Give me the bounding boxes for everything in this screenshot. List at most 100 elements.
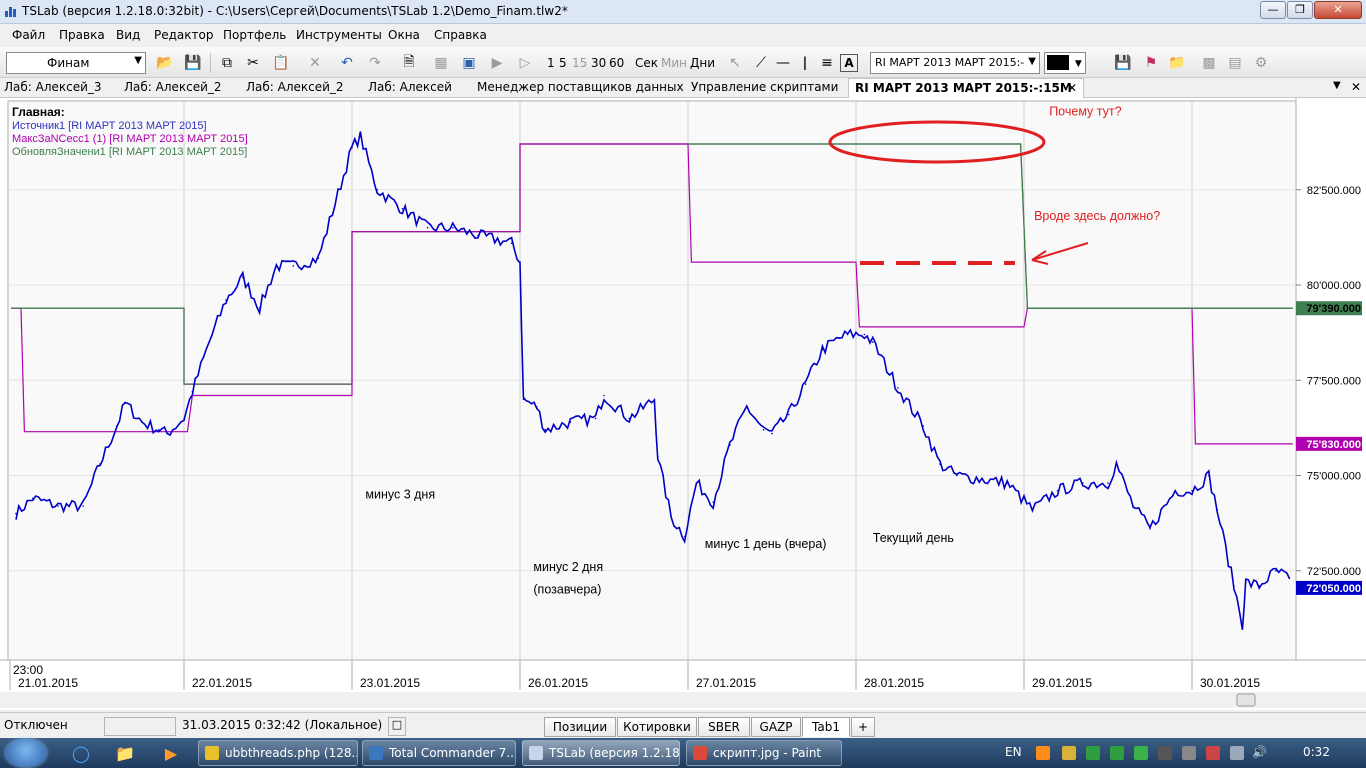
tab-gazp[interactable]: GAZP: [751, 717, 801, 737]
tray-usb-icon[interactable]: [1182, 746, 1196, 760]
interval-5[interactable]: 5: [559, 56, 567, 70]
grid-icon[interactable]: ▩: [1198, 52, 1220, 74]
network-icon[interactable]: [1230, 746, 1244, 760]
menu-edit[interactable]: Правка: [59, 28, 105, 42]
chart-icon[interactable]: ▦: [430, 52, 452, 74]
ie-icon[interactable]: ◯: [62, 741, 100, 765]
flag-icon[interactable]: ⚑: [1140, 52, 1162, 74]
unit-days[interactable]: Дни: [690, 56, 715, 70]
price-point: [401, 208, 404, 210]
menu-help[interactable]: Справка: [434, 28, 487, 42]
undo-icon[interactable]: ↶: [336, 52, 358, 74]
price-chart[interactable]: 21.01.2015 22.01.2015 23.01.2015 26.01.2015…: [0, 98, 1366, 710]
copy-icon[interactable]: ⧉: [216, 52, 238, 74]
delete-icon[interactable]: ✕: [304, 52, 326, 74]
tab-lab-aleksey-2a[interactable]: Лаб: Алексей_2: [124, 80, 222, 94]
menu-view[interactable]: Вид: [116, 28, 140, 42]
unit-minutes[interactable]: Мин: [661, 56, 687, 70]
add-tab-button[interactable]: +: [851, 717, 875, 737]
menu-file[interactable]: Файл: [12, 28, 45, 42]
interval-15[interactable]: 15: [572, 56, 587, 70]
price-point: [258, 307, 261, 309]
fibo-icon[interactable]: ≡: [816, 52, 838, 74]
x-tick-label: 22.01.2015: [192, 676, 252, 690]
tab-lab-aleksey-2b[interactable]: Лаб: Алексей_2: [246, 80, 344, 94]
clock[interactable]: 0:32: [1303, 745, 1330, 759]
play-icon[interactable]: ▶: [486, 52, 508, 74]
price-point: [1115, 463, 1118, 465]
properties-icon[interactable]: 🗎: [398, 52, 420, 74]
tab-lab-aleksey[interactable]: Лаб: Алексей: [368, 80, 452, 94]
tray-app-icon[interactable]: [1036, 746, 1050, 760]
taskbar-item-browser[interactable]: ubbthreads.php (128...: [198, 740, 358, 766]
tabs-dropdown-icon[interactable]: ▼: [1333, 80, 1341, 91]
taskbar-item-total-commander[interactable]: Total Commander 7....: [362, 740, 516, 766]
unit-seconds[interactable]: Сек: [635, 56, 658, 70]
y-tick-label: 77'500.000: [1307, 375, 1361, 387]
volume-icon[interactable]: 🔊: [1252, 745, 1267, 759]
notes-icon[interactable]: □: [388, 717, 406, 736]
cursor-icon[interactable]: ↖: [724, 52, 746, 74]
tray-green-icon[interactable]: [1086, 746, 1100, 760]
vline-icon[interactable]: ǀ: [794, 52, 816, 74]
chart-area[interactable]: 21.01.2015 22.01.2015 23.01.2015 26.01.2015…: [0, 98, 1366, 710]
tab-lab-aleksey-3[interactable]: Лаб: Алексей_3: [4, 80, 102, 94]
color-select[interactable]: ▼: [1044, 52, 1086, 74]
menu-editor[interactable]: Редактор: [154, 28, 213, 42]
language-indicator[interactable]: EN: [1005, 745, 1022, 759]
interval-1[interactable]: 1: [547, 56, 555, 70]
trendline-icon[interactable]: ⟋: [750, 52, 772, 74]
media-player-icon[interactable]: ▶: [152, 741, 190, 765]
chevron-down-icon: ▼: [1074, 59, 1082, 69]
menu-tools[interactable]: Инструменты: [296, 28, 382, 42]
tray-security-icon[interactable]: [1206, 746, 1220, 760]
taskbar-item-tslab[interactable]: TSLab (версия 1.2.18...: [522, 740, 680, 766]
tray-gear-icon[interactable]: [1158, 746, 1172, 760]
start-button[interactable]: [6, 739, 46, 767]
cut-icon[interactable]: ✂: [242, 52, 264, 74]
taskbar-item-paint[interactable]: скрипт.jpg - Paint: [686, 740, 842, 766]
tab-data-providers[interactable]: Менеджер поставщиков данных: [477, 80, 684, 94]
text-tool-icon[interactable]: A: [840, 54, 858, 72]
close-icon[interactable]: ✕: [1351, 80, 1361, 94]
explorer-icon[interactable]: 📁: [106, 741, 144, 765]
tab-positions[interactable]: Позиции: [544, 717, 616, 737]
close-window-button[interactable]: ✕: [1314, 1, 1362, 19]
chart-annotation: Почему тут?: [1049, 105, 1121, 119]
open-folder-icon[interactable]: 📂: [154, 52, 176, 74]
maximize-button[interactable]: ❐: [1287, 1, 1313, 19]
save-icon[interactable]: 💾: [182, 52, 204, 74]
provider-select[interactable]: Финам ▼: [6, 52, 146, 74]
tab-chart-active[interactable]: RI МАРТ 2013 МАРТ 2015:-:15M ✕: [848, 78, 1084, 98]
folder-icon[interactable]: 📁: [1166, 52, 1188, 74]
chart-annotation: минус 3 дня: [365, 487, 435, 501]
minimize-button[interactable]: —: [1260, 1, 1286, 19]
price-point: [670, 516, 672, 519]
tab-tab1[interactable]: Tab1: [802, 717, 850, 737]
tab-quotes[interactable]: Котировки: [617, 717, 697, 737]
scheme-icon[interactable]: ▣: [458, 52, 480, 74]
price-point: [1006, 482, 1008, 484]
interval-60[interactable]: 60: [609, 56, 624, 70]
symbol-select[interactable]: RI МАРТ 2013 МАРТ 2015:- ▼: [870, 52, 1040, 74]
total-commander-icon: [369, 746, 383, 760]
close-tab-icon[interactable]: ✕: [1067, 81, 1077, 95]
tray-tool-icon[interactable]: [1062, 746, 1076, 760]
scrollbar-thumb[interactable]: [1236, 693, 1256, 707]
tray-check-icon[interactable]: [1110, 746, 1124, 760]
y-tick-label: 82'500.000: [1307, 185, 1361, 197]
tray-nvidia-icon[interactable]: [1134, 746, 1148, 760]
step-icon[interactable]: ▷: [514, 52, 536, 74]
redo-icon[interactable]: ↷: [364, 52, 386, 74]
settings-icon[interactable]: ⚙: [1250, 52, 1272, 74]
menu-portfolio[interactable]: Портфель: [223, 28, 286, 42]
paste-icon[interactable]: 📋: [270, 52, 292, 74]
tab-sber[interactable]: SBER: [698, 717, 750, 737]
layout-icon[interactable]: ▤: [1224, 52, 1246, 74]
hline-icon[interactable]: —: [772, 52, 794, 74]
price-point: [897, 387, 899, 389]
save-gray-icon[interactable]: 💾: [1112, 52, 1134, 74]
tab-script-manager[interactable]: Управление скриптами: [691, 80, 838, 94]
interval-30[interactable]: 30: [591, 56, 606, 70]
menu-windows[interactable]: Окна: [388, 28, 420, 42]
